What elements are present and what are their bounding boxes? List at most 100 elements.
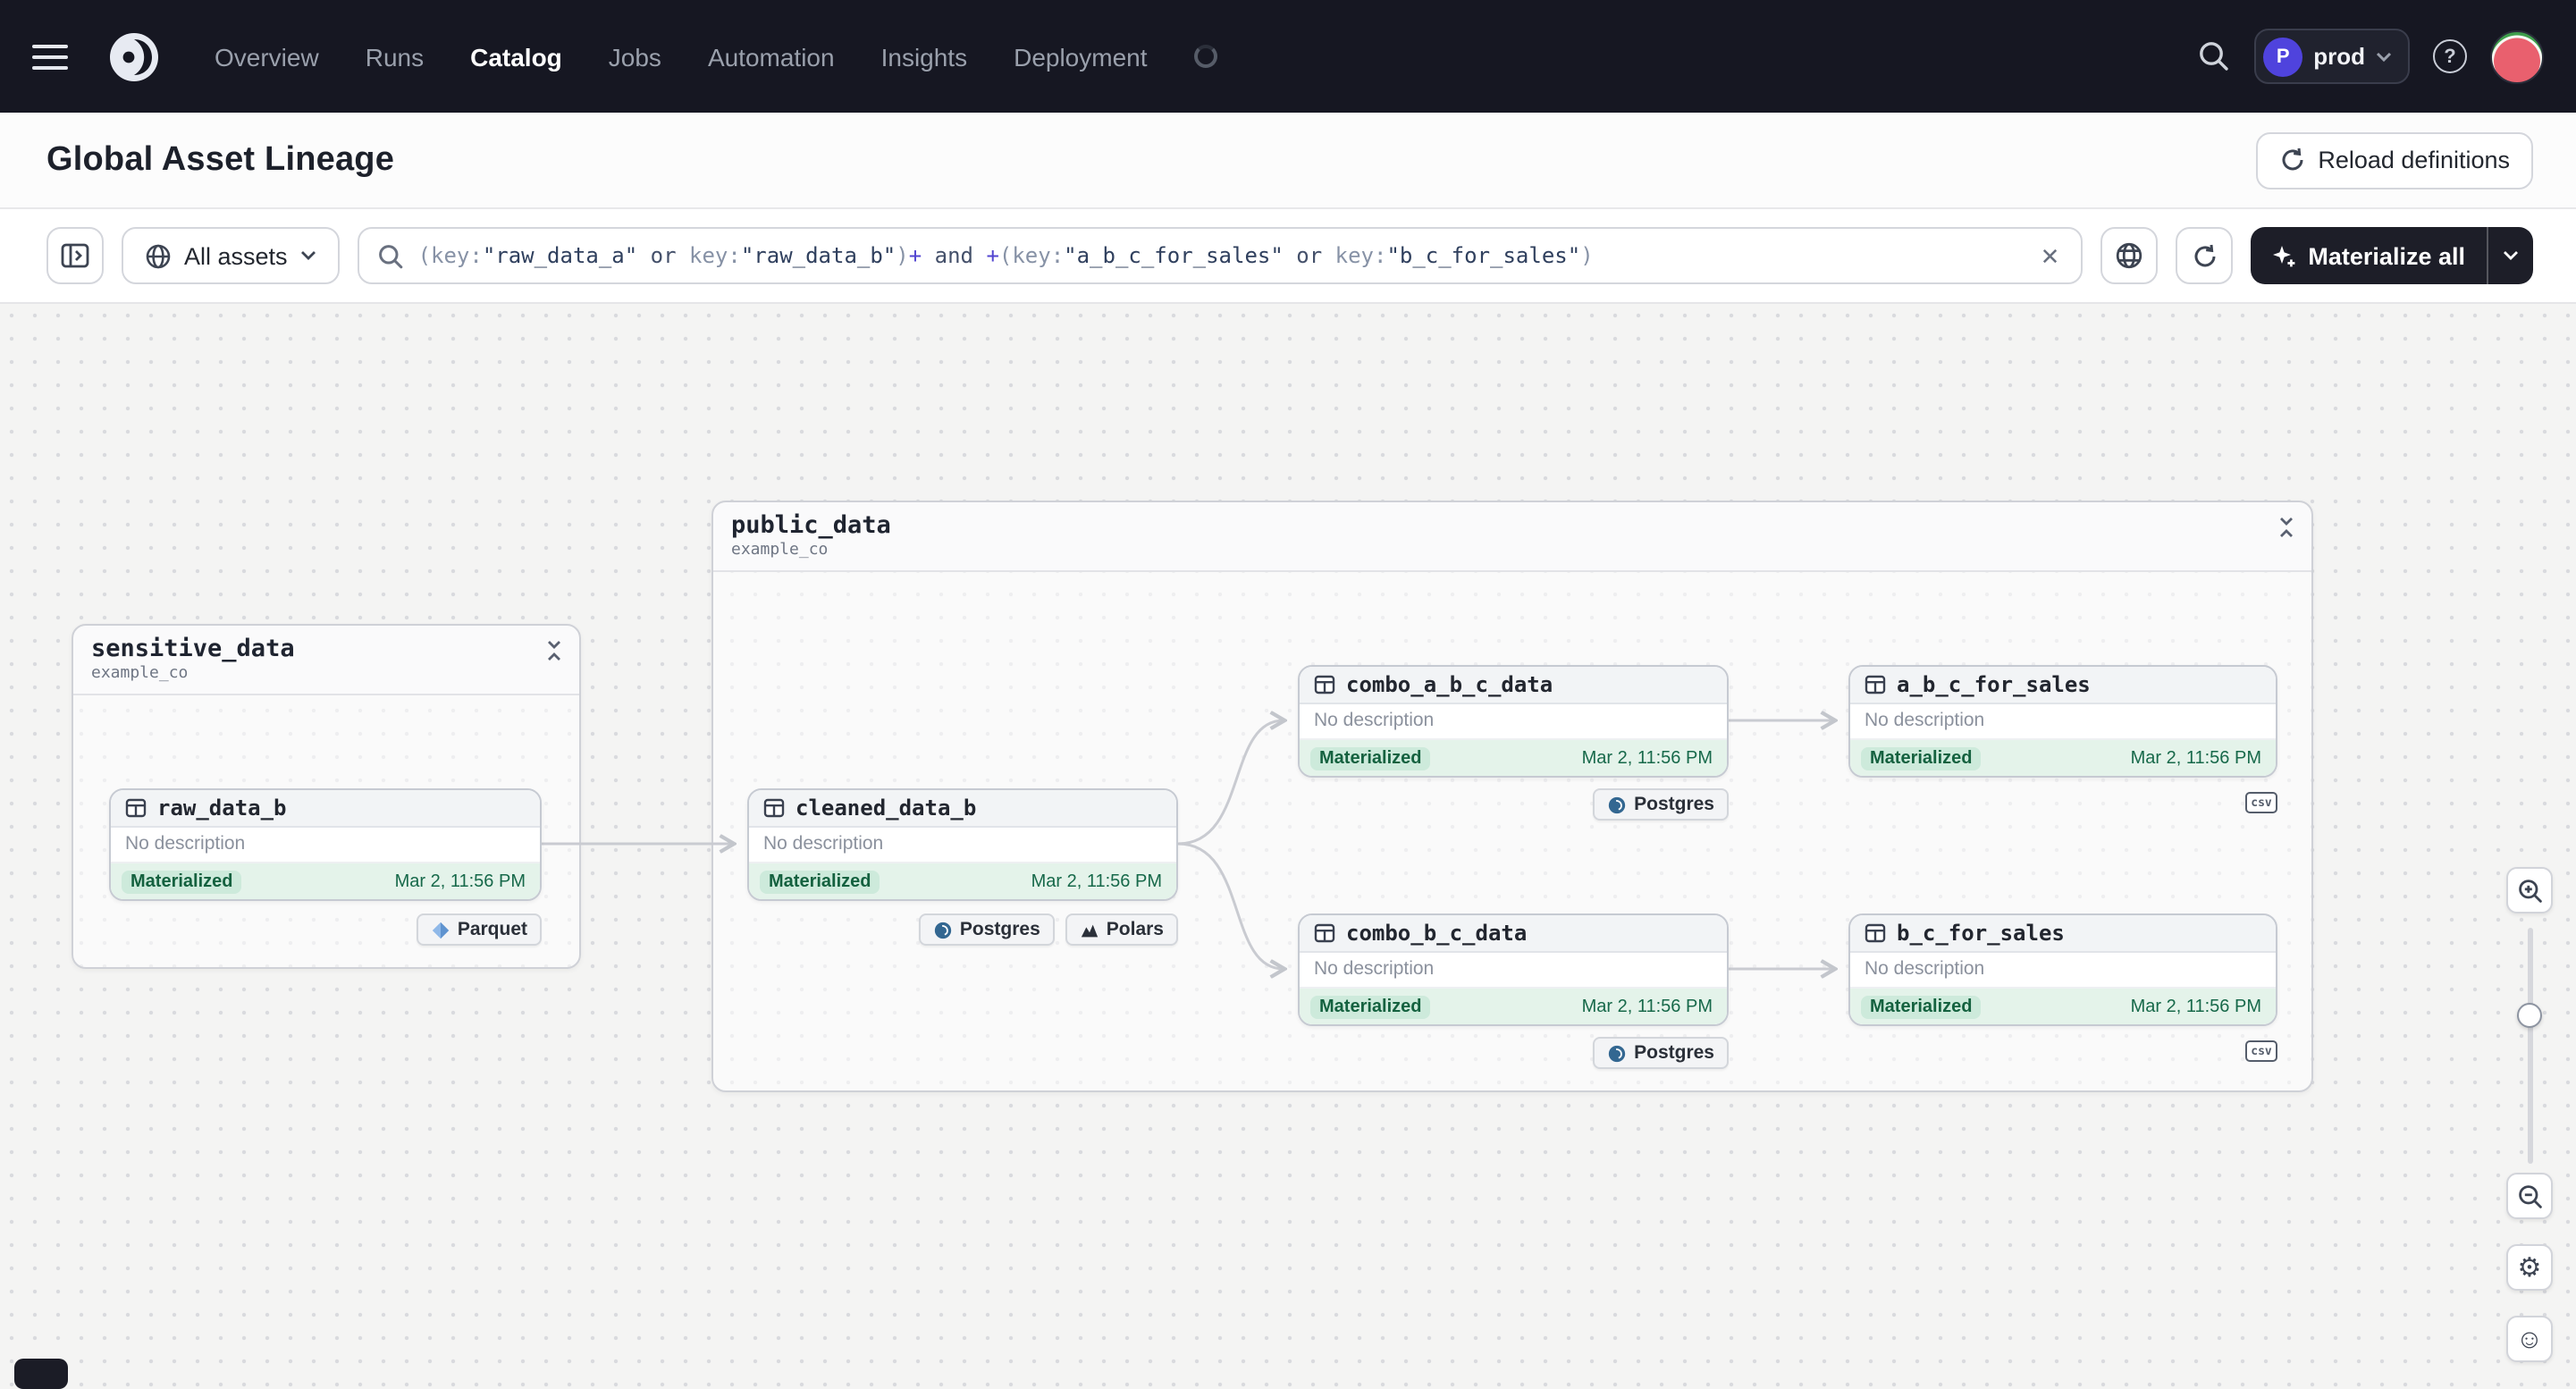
materialization-timestamp: Mar 2, 11:56 PM xyxy=(2130,997,2261,1016)
top-navbar: Overview Runs Catalog Jobs Automation In… xyxy=(0,0,2576,113)
materialize-all-button[interactable]: Materialize all xyxy=(2251,227,2533,284)
search-icon[interactable] xyxy=(2197,39,2231,73)
table-icon xyxy=(1314,922,1335,944)
group-title: sensitive_data xyxy=(91,635,295,663)
asset-name: a_b_c_for_sales xyxy=(1897,672,2091,697)
feedback-face-icon[interactable]: ☺ xyxy=(2506,1316,2553,1362)
table-icon xyxy=(1865,922,1886,944)
nav-automation[interactable]: Automation xyxy=(708,42,835,71)
menu-icon[interactable] xyxy=(32,33,79,80)
zoom-in-icon[interactable] xyxy=(2506,867,2553,913)
search-icon xyxy=(378,244,402,268)
reload-definitions-button[interactable]: Reload definitions xyxy=(2255,131,2533,189)
reload-icon xyxy=(2281,147,2302,171)
collapse-group-icon[interactable] xyxy=(545,640,563,661)
nav-insights[interactable]: Insights xyxy=(881,42,968,71)
chevron-down-icon xyxy=(2376,51,2392,62)
lineage-canvas[interactable]: sensitive_data example_co public_data ex… xyxy=(0,304,2576,1389)
asset-node-b_c_for_sales[interactable]: b_c_for_sales No description Materialize… xyxy=(1848,913,2277,1026)
app-window: Overview Runs Catalog Jobs Automation In… xyxy=(0,0,2576,1389)
asset-selection-query[interactable]: (key:"raw_data_a" or key:"raw_data_b")+ … xyxy=(418,243,2023,268)
kind-tag-parquet[interactable]: Parquet xyxy=(416,913,542,946)
lineage-toolbar: All assets (key:"raw_data_a" or key:"raw… xyxy=(0,209,2576,304)
asset-description: No description xyxy=(1850,953,2276,989)
materialization-timestamp: Mar 2, 11:56 PM xyxy=(1581,748,1713,768)
help-icon[interactable]: ? xyxy=(2433,39,2467,73)
zoom-slider-knob[interactable] xyxy=(2517,1003,2542,1028)
status-badge: Materialized xyxy=(760,870,880,893)
asset-node-cleaned_data_b[interactable]: cleaned_data_b No description Materializ… xyxy=(747,788,1178,901)
collapse-group-icon[interactable] xyxy=(2277,517,2295,538)
asset-scope-dropdown[interactable]: All assets xyxy=(122,227,340,284)
kind-tags-combo_b_c_data: Postgres xyxy=(1298,1037,1729,1069)
asset-node-a_b_c_for_sales[interactable]: a_b_c_for_sales No description Materiali… xyxy=(1848,665,2277,778)
deployment-initial-badge: P xyxy=(2263,37,2303,76)
csv-icon[interactable]: csv xyxy=(2245,1040,2277,1062)
table-icon xyxy=(763,797,785,819)
postgres-icon xyxy=(934,921,952,939)
asset-description: No description xyxy=(1850,704,2276,740)
materialize-options-caret[interactable] xyxy=(2487,227,2533,284)
group-location: example_co xyxy=(731,542,829,560)
asset-node-combo_a_b_c_data[interactable]: combo_a_b_c_data No description Material… xyxy=(1298,665,1729,778)
page-header: Global Asset Lineage Reload definitions xyxy=(0,113,2576,209)
zoom-out-icon[interactable] xyxy=(2506,1173,2553,1219)
group-header-sensitive_data[interactable]: sensitive_data example_co xyxy=(73,626,579,695)
status-badge: Materialized xyxy=(1861,995,1982,1018)
nav-jobs[interactable]: Jobs xyxy=(609,42,661,71)
sparkle-icon xyxy=(2273,245,2295,266)
kind-tags-b_c_for_sales: csv xyxy=(1848,1037,2277,1069)
bottom-left-overlay xyxy=(14,1359,68,1389)
nav-deployment[interactable]: Deployment xyxy=(1014,42,1147,71)
primary-nav: Overview Runs Catalog Jobs Automation In… xyxy=(215,42,1217,71)
table-icon xyxy=(125,797,147,819)
table-icon xyxy=(1865,674,1886,695)
asset-name: cleaned_data_b xyxy=(796,796,977,821)
materialization-timestamp: Mar 2, 11:56 PM xyxy=(2130,748,2261,768)
kind-tags-combo_a_b_c_data: Postgres xyxy=(1298,788,1729,821)
loading-spinner-icon xyxy=(1193,45,1217,68)
kind-tag-postgres[interactable]: Postgres xyxy=(1593,1037,1729,1069)
asset-name: combo_b_c_data xyxy=(1346,921,1528,946)
polars-icon xyxy=(1081,923,1098,937)
chevron-down-icon xyxy=(2504,251,2518,260)
open-left-panel-icon[interactable] xyxy=(46,227,104,284)
asset-name: b_c_for_sales xyxy=(1897,921,2065,946)
kind-tags-cleaned_data_b: Postgres Polars xyxy=(747,913,1178,946)
asset-description: No description xyxy=(1300,953,1727,989)
group-title: public_data xyxy=(731,511,891,540)
kind-tag-polars[interactable]: Polars xyxy=(1065,913,1178,946)
asset-name: combo_a_b_c_data xyxy=(1346,672,1553,697)
deployment-name: prod xyxy=(2313,43,2365,70)
group-location: example_co xyxy=(91,665,189,683)
materialize-all-main[interactable]: Materialize all xyxy=(2251,227,2487,284)
kind-tags-raw_data_b: Parquet xyxy=(109,913,542,946)
asset-node-raw_data_b[interactable]: raw_data_b No description Materialized Ma… xyxy=(109,788,542,901)
kind-tag-postgres[interactable]: Postgres xyxy=(1593,788,1729,821)
deployment-switcher[interactable]: P prod xyxy=(2254,29,2410,84)
materialization-timestamp: Mar 2, 11:56 PM xyxy=(1031,871,1162,891)
csv-icon[interactable]: csv xyxy=(2245,792,2277,813)
nav-catalog[interactable]: Catalog xyxy=(470,42,562,71)
clear-query-icon[interactable]: ✕ xyxy=(2037,240,2064,271)
globe-icon xyxy=(146,243,171,268)
asset-selection-input[interactable]: (key:"raw_data_a" or key:"raw_data_b")+ … xyxy=(357,227,2084,284)
nav-runs[interactable]: Runs xyxy=(366,42,424,71)
table-icon xyxy=(1314,674,1335,695)
asset-node-combo_b_c_data[interactable]: combo_b_c_data No description Materializ… xyxy=(1298,913,1729,1026)
postgres-icon xyxy=(1608,796,1626,813)
refresh-icon[interactable] xyxy=(2176,227,2234,284)
group-header-public_data[interactable]: public_data example_co xyxy=(713,502,2311,572)
asset-description: No description xyxy=(1300,704,1727,740)
graph-view-globe-icon[interactable] xyxy=(2100,227,2159,284)
nav-overview[interactable]: Overview xyxy=(215,42,319,71)
kind-tag-postgres[interactable]: Postgres xyxy=(918,913,1055,946)
zoom-slider[interactable] xyxy=(2528,928,2533,1164)
parquet-icon xyxy=(432,921,449,939)
dagster-logo-icon[interactable] xyxy=(104,26,164,87)
settings-gear-icon[interactable]: ⚙ xyxy=(2506,1244,2553,1291)
user-avatar[interactable] xyxy=(2490,29,2544,83)
status-badge: Materialized xyxy=(1310,746,1431,770)
page-title: Global Asset Lineage xyxy=(46,140,395,178)
postgres-icon xyxy=(1608,1044,1626,1062)
